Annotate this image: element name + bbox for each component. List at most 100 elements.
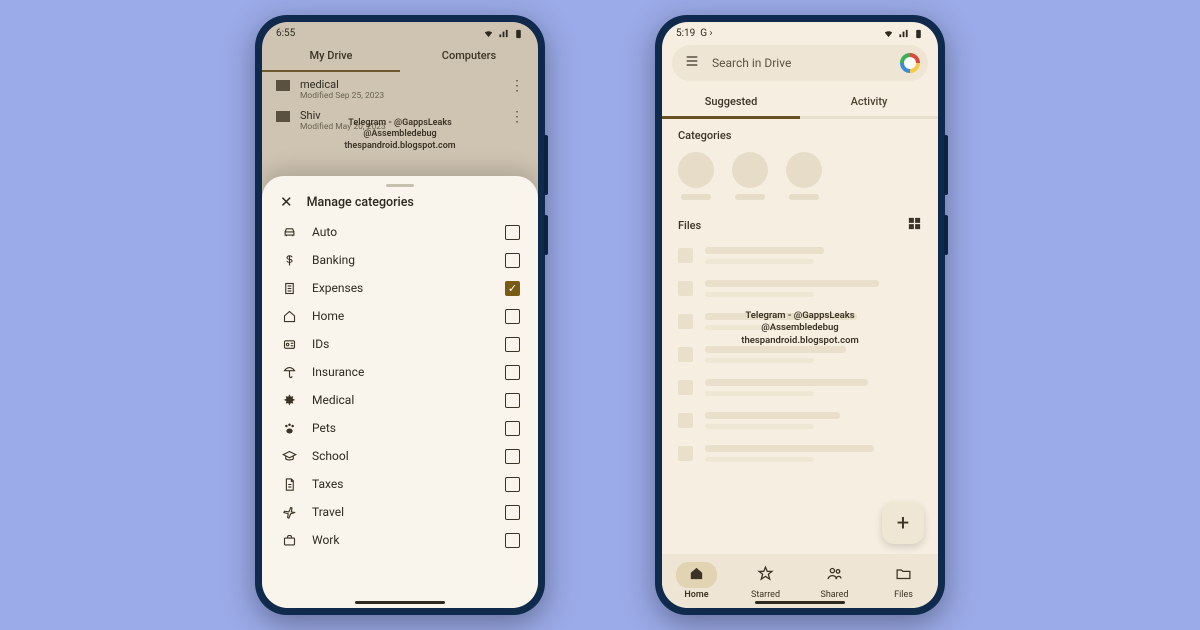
category-checkbox[interactable] bbox=[505, 253, 520, 268]
category-placeholder[interactable] bbox=[786, 152, 822, 200]
category-label: Home bbox=[312, 309, 491, 323]
categories-heading: Categories bbox=[662, 119, 938, 148]
folder-icon bbox=[276, 111, 290, 122]
nav-label: Starred bbox=[751, 590, 780, 600]
category-checkbox[interactable] bbox=[505, 365, 520, 380]
nav-files[interactable]: Files bbox=[869, 554, 938, 608]
search-placeholder: Search in Drive bbox=[712, 56, 886, 70]
plane-icon bbox=[280, 505, 298, 520]
tab-my-drive[interactable]: My Drive bbox=[262, 41, 400, 72]
file-placeholder[interactable] bbox=[662, 239, 938, 272]
category-row-school[interactable]: School bbox=[272, 442, 528, 470]
battery-icon bbox=[513, 28, 524, 39]
folder-row[interactable]: medical Modified Sep 25, 2023 ⋮ bbox=[274, 74, 526, 105]
category-placeholder[interactable] bbox=[678, 152, 714, 200]
category-checkbox[interactable] bbox=[505, 533, 520, 548]
category-row-expenses[interactable]: Expenses bbox=[272, 274, 528, 302]
category-row-travel[interactable]: Travel bbox=[272, 498, 528, 526]
category-checkbox[interactable] bbox=[505, 421, 520, 436]
category-label: IDs bbox=[312, 337, 491, 351]
nav-label: Home bbox=[684, 590, 708, 600]
category-row-work[interactable]: Work bbox=[272, 526, 528, 554]
category-label: Auto bbox=[312, 225, 491, 239]
category-row-auto[interactable]: Auto bbox=[272, 218, 528, 246]
category-checkbox[interactable] bbox=[505, 393, 520, 408]
file-placeholder[interactable] bbox=[662, 371, 938, 404]
wifi-icon bbox=[883, 28, 894, 39]
tab-suggested[interactable]: Suggested bbox=[662, 87, 800, 116]
category-label: Travel bbox=[312, 505, 491, 519]
file-placeholder[interactable] bbox=[662, 338, 938, 371]
category-row-home[interactable]: Home bbox=[272, 302, 528, 330]
category-row-medical[interactable]: Medical bbox=[272, 386, 528, 414]
menu-icon[interactable] bbox=[684, 53, 700, 73]
side-button bbox=[544, 135, 548, 195]
nav-shared[interactable]: Shared bbox=[800, 554, 869, 608]
category-checkbox[interactable] bbox=[505, 505, 520, 520]
search-bar[interactable]: Search in Drive bbox=[672, 45, 928, 81]
side-button bbox=[944, 215, 948, 255]
category-row-taxes[interactable]: Taxes bbox=[272, 470, 528, 498]
home-indicator[interactable] bbox=[355, 601, 445, 604]
sheet-grab-handle[interactable] bbox=[386, 184, 414, 187]
grid-view-icon[interactable] bbox=[907, 216, 922, 235]
medical-icon bbox=[280, 393, 298, 408]
file-icon bbox=[678, 248, 693, 263]
category-checkbox[interactable] bbox=[505, 337, 520, 352]
home-indicator[interactable] bbox=[755, 601, 845, 604]
file-icon bbox=[678, 281, 693, 296]
category-row-pets[interactable]: Pets bbox=[272, 414, 528, 442]
category-row-banking[interactable]: Banking bbox=[272, 246, 528, 274]
tab-activity[interactable]: Activity bbox=[800, 87, 938, 116]
file-placeholder[interactable] bbox=[662, 437, 938, 470]
file-icon bbox=[678, 380, 693, 395]
account-avatar[interactable] bbox=[898, 51, 922, 75]
umbrella-icon bbox=[280, 365, 298, 380]
nav-label: Shared bbox=[820, 590, 848, 600]
briefcase-icon bbox=[280, 533, 298, 548]
category-checkbox[interactable] bbox=[505, 477, 520, 492]
drive-file-list: medical Modified Sep 25, 2023 ⋮ Shiv Mod… bbox=[262, 72, 538, 138]
status-time: 5:19 G › bbox=[676, 28, 713, 39]
category-label: Expenses bbox=[312, 281, 491, 295]
status-bar: 5:19 G › bbox=[662, 22, 938, 41]
status-bar: 6:55 bbox=[262, 22, 538, 41]
folder-row[interactable]: Shiv Modified May 20, 2023 ⋮ bbox=[274, 105, 526, 136]
id-icon bbox=[280, 337, 298, 352]
category-checkbox[interactable] bbox=[505, 309, 520, 324]
fab-add-button[interactable]: + bbox=[882, 502, 924, 544]
doc-icon bbox=[280, 477, 298, 492]
files-list bbox=[662, 239, 938, 470]
status-time: 6:55 bbox=[276, 28, 295, 39]
signal-icon bbox=[498, 28, 509, 39]
category-row-insurance[interactable]: Insurance bbox=[272, 358, 528, 386]
category-label: Pets bbox=[312, 421, 491, 435]
category-row-ids[interactable]: IDs bbox=[272, 330, 528, 358]
tab-computers[interactable]: Computers bbox=[400, 41, 538, 72]
category-checkbox[interactable] bbox=[505, 449, 520, 464]
nav-home[interactable]: Home bbox=[662, 554, 731, 608]
phone-right: 5:19 G › Search in Drive Suggested Activ… bbox=[655, 15, 945, 615]
close-icon[interactable]: ✕ bbox=[280, 195, 293, 210]
nav-starred[interactable]: Starred bbox=[731, 554, 800, 608]
category-label: Taxes bbox=[312, 477, 491, 491]
file-icon bbox=[678, 413, 693, 428]
categories-row bbox=[662, 148, 938, 200]
category-checkbox[interactable] bbox=[505, 281, 520, 296]
more-icon[interactable]: ⋮ bbox=[510, 78, 524, 94]
folder-icon bbox=[276, 80, 290, 91]
category-placeholder[interactable] bbox=[732, 152, 768, 200]
home-tabs: Suggested Activity bbox=[662, 87, 938, 116]
file-placeholder[interactable] bbox=[662, 305, 938, 338]
file-placeholder[interactable] bbox=[662, 272, 938, 305]
category-checkbox[interactable] bbox=[505, 225, 520, 240]
folder-name: medical bbox=[300, 78, 500, 91]
sheet-title: Manage categories bbox=[307, 195, 414, 210]
nav-label: Files bbox=[894, 590, 913, 600]
file-placeholder[interactable] bbox=[662, 404, 938, 437]
files-heading: Files bbox=[678, 219, 701, 232]
bottom-nav: Home Starred Shared Files bbox=[662, 554, 938, 608]
tab-underline bbox=[662, 116, 938, 119]
folder-name: Shiv bbox=[300, 109, 500, 122]
more-icon[interactable]: ⋮ bbox=[510, 109, 524, 125]
